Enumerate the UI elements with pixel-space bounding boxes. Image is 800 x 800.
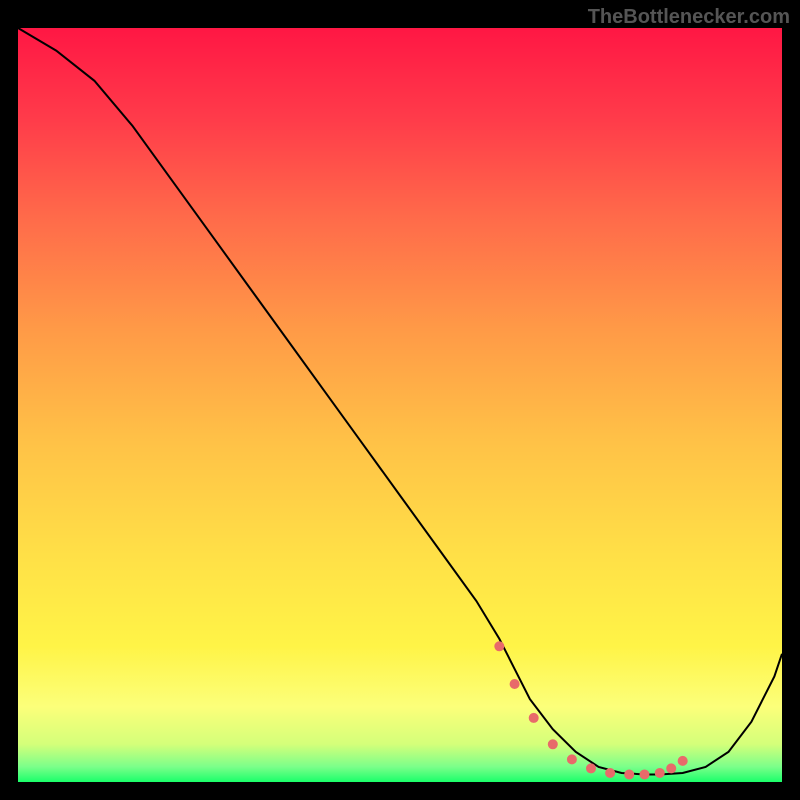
marker-dot xyxy=(529,713,539,723)
watermark-text: TheBottlenecker.com xyxy=(588,6,790,29)
marker-dot xyxy=(548,739,558,749)
bottleneck-chart xyxy=(0,0,800,800)
marker-dot xyxy=(605,768,615,778)
marker-dot xyxy=(678,756,688,766)
marker-dot xyxy=(567,754,577,764)
marker-dot xyxy=(666,763,676,773)
marker-dot xyxy=(639,769,649,779)
marker-dot xyxy=(494,641,504,651)
marker-dot xyxy=(655,768,665,778)
marker-dot xyxy=(586,763,596,773)
marker-dot xyxy=(624,769,634,779)
plot-background xyxy=(18,28,782,782)
chart-container: TheBottlenecker.com xyxy=(0,0,800,800)
marker-dot xyxy=(510,679,520,689)
